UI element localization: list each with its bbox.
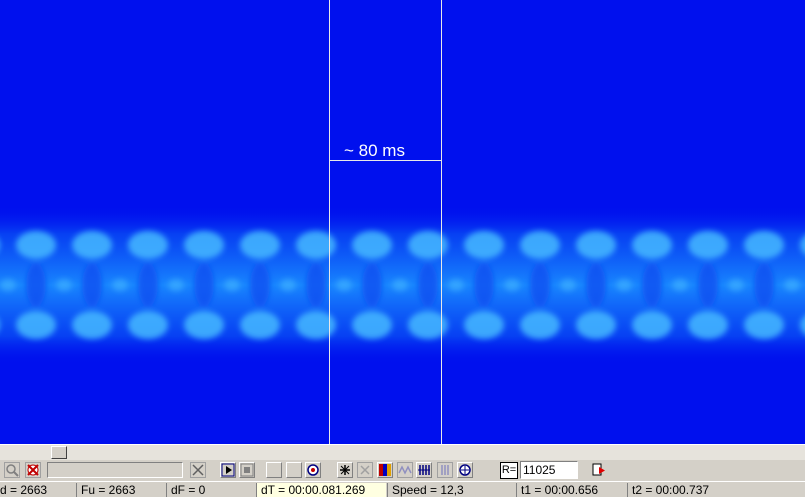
spectral-lobe [744,231,784,259]
play-icon[interactable] [220,462,236,478]
spectral-lobe [296,311,336,339]
spectral-lobe [184,231,224,259]
waveform-icon[interactable] [397,462,413,478]
spectrogram-view[interactable]: ~ 80 ms [0,0,805,444]
spectral-lobe [672,279,688,291]
spectral-lobe [520,231,560,259]
spectral-lobe [688,311,728,339]
spectral-lobe [784,279,800,291]
export-icon[interactable] [591,462,607,478]
spectral-lobe [16,311,56,339]
measurement-line [330,160,441,161]
spectral-gap [698,263,718,307]
scrollbar-thumb[interactable] [51,446,67,459]
bars-icon[interactable] [416,462,432,478]
spectral-gap [362,263,382,307]
spectral-lobe [56,279,72,291]
status-t2: t2 = 00:00.737 [627,483,805,497]
spectral-lobe [744,311,784,339]
spectral-lobe [576,311,616,339]
spectral-lobe [16,231,56,259]
spectral-gap [26,263,46,307]
status-df: dF = 0 [166,483,255,497]
spectral-lobe [296,231,336,259]
spectral-gap [82,263,102,307]
spectral-lobe [408,311,448,339]
spectral-lobe [448,279,464,291]
measurement-label: ~ 80 ms [344,141,405,160]
reset-icon[interactable] [457,462,473,478]
spectral-lobe [336,279,352,291]
sample-rate-label: R= [500,462,518,479]
spectral-gap [642,263,662,307]
spectral-lobe [352,231,392,259]
spectral-lobe [72,231,112,259]
spectral-gap [474,263,494,307]
spectral-gap [194,263,214,307]
cursor-x-icon[interactable] [357,462,373,478]
status-speed: Speed = 12,3 [387,483,515,497]
spectral-lobe [392,279,408,291]
status-t1: t1 = 00:00.656 [516,483,626,497]
spectral-lobe [224,279,240,291]
stop-icon[interactable] [239,462,255,478]
spectral-gap [754,263,774,307]
zoom-out-icon[interactable] [4,462,20,478]
spectral-gap [250,263,270,307]
spectral-gap [586,263,606,307]
spectrum-icon[interactable] [437,462,453,478]
spectral-lobe [112,279,128,291]
blank-icon[interactable] [286,462,302,478]
status-fu: Fu = 2663 [76,483,165,497]
marker-icon[interactable] [337,462,353,478]
spectral-lobe [240,311,280,339]
color-palette-icon[interactable] [377,462,393,478]
spectral-lobe [632,311,672,339]
spectral-lobe [352,311,392,339]
spectral-lobe [128,231,168,259]
status-fd: d = 2663 [0,483,48,497]
spectral-lobe [168,279,184,291]
spectral-lobe [128,311,168,339]
spectral-gap [138,263,158,307]
clear-icon[interactable] [25,462,41,478]
spectral-lobe [280,279,296,291]
right-cursor-line[interactable] [441,0,442,444]
spectral-lobe [688,231,728,259]
spectral-lobe [520,311,560,339]
horizontal-scrollbar[interactable] [0,444,805,460]
spectral-lobe [464,311,504,339]
left-cursor-line[interactable] [329,0,330,444]
spectral-lobe [576,231,616,259]
spectrogram-pattern [0,205,805,365]
spectral-lobe [616,279,632,291]
sample-rate-input[interactable] [520,461,578,479]
cut-icon[interactable] [190,462,206,478]
zoom-slider-field[interactable] [47,462,183,478]
target-icon[interactable] [305,462,321,478]
spectral-lobe [632,231,672,259]
spectral-lobe [560,279,576,291]
status-dt: dT = 00:00.081.269 [256,483,386,497]
blank-icon[interactable] [266,462,282,478]
spectral-lobe [72,311,112,339]
spectral-lobe [184,311,224,339]
spectral-lobe [728,279,744,291]
spectral-lobe [464,231,504,259]
spectral-lobe [240,231,280,259]
spectral-gap [530,263,550,307]
spectral-gap [418,263,438,307]
status-bar: d = 2663 Fu = 2663 dF = 0 dT = 00:00.081… [0,481,805,497]
spectral-gap [306,263,326,307]
spectral-lobe [0,279,16,291]
toolbar: R= [0,460,805,481]
spectral-lobe [408,231,448,259]
spectral-lobe [504,279,520,291]
